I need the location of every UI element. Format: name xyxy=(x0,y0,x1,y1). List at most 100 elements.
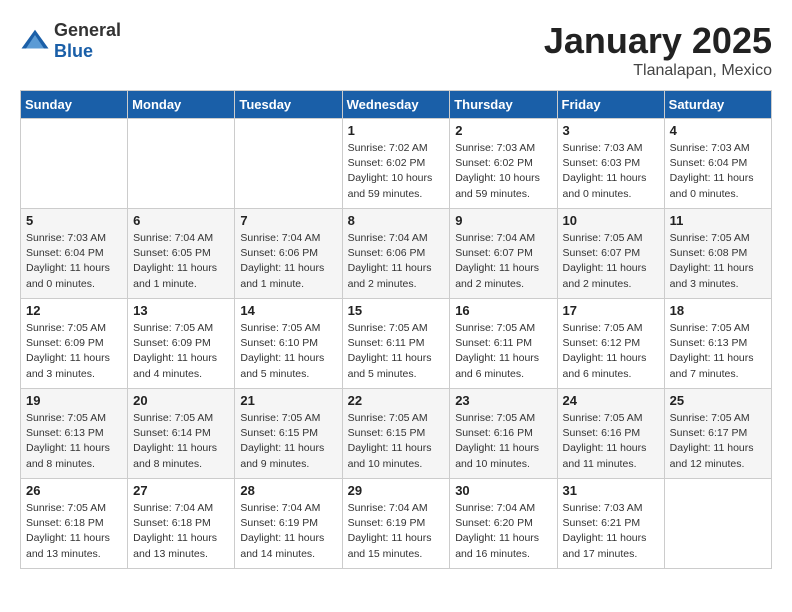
day-number: 18 xyxy=(670,303,766,318)
calendar-cell: 22 Sunrise: 7:05 AMSunset: 6:15 PMDayligh… xyxy=(342,389,450,479)
day-number: 2 xyxy=(455,123,551,138)
day-info: Sunrise: 7:05 AMSunset: 6:14 PMDaylight:… xyxy=(133,411,229,472)
week-row-3: 12 Sunrise: 7:05 AMSunset: 6:09 PMDayligh… xyxy=(21,299,772,389)
calendar-cell: 9 Sunrise: 7:04 AMSunset: 6:07 PMDaylight… xyxy=(450,209,557,299)
day-number: 27 xyxy=(133,483,229,498)
day-number: 1 xyxy=(348,123,445,138)
day-number: 5 xyxy=(26,213,122,228)
day-info: Sunrise: 7:05 AMSunset: 6:13 PMDaylight:… xyxy=(670,321,766,382)
weekday-monday: Monday xyxy=(128,91,235,119)
logo-blue: Blue xyxy=(54,41,93,61)
calendar-cell: 12 Sunrise: 7:05 AMSunset: 6:09 PMDayligh… xyxy=(21,299,128,389)
day-number: 11 xyxy=(670,213,766,228)
day-info: Sunrise: 7:05 AMSunset: 6:16 PMDaylight:… xyxy=(455,411,551,472)
weekday-sunday: Sunday xyxy=(21,91,128,119)
day-number: 31 xyxy=(563,483,659,498)
weekday-saturday: Saturday xyxy=(664,91,771,119)
day-info: Sunrise: 7:05 AMSunset: 6:09 PMDaylight:… xyxy=(26,321,122,382)
day-number: 29 xyxy=(348,483,445,498)
day-number: 6 xyxy=(133,213,229,228)
day-info: Sunrise: 7:03 AMSunset: 6:04 PMDaylight:… xyxy=(670,141,766,202)
day-number: 10 xyxy=(563,213,659,228)
day-info: Sunrise: 7:05 AMSunset: 6:13 PMDaylight:… xyxy=(26,411,122,472)
day-info: Sunrise: 7:04 AMSunset: 6:18 PMDaylight:… xyxy=(133,501,229,562)
calendar-cell: 6 Sunrise: 7:04 AMSunset: 6:05 PMDaylight… xyxy=(128,209,235,299)
day-info: Sunrise: 7:03 AMSunset: 6:04 PMDaylight:… xyxy=(26,231,122,292)
calendar-cell: 11 Sunrise: 7:05 AMSunset: 6:08 PMDayligh… xyxy=(664,209,771,299)
day-number: 12 xyxy=(26,303,122,318)
day-info: Sunrise: 7:04 AMSunset: 6:07 PMDaylight:… xyxy=(455,231,551,292)
day-number: 16 xyxy=(455,303,551,318)
day-info: Sunrise: 7:04 AMSunset: 6:19 PMDaylight:… xyxy=(240,501,336,562)
calendar-cell xyxy=(128,119,235,209)
day-number: 23 xyxy=(455,393,551,408)
week-row-4: 19Sunrise: 7:05 AMSunset: 6:13 PMDayligh… xyxy=(21,389,772,479)
calendar-cell: 16 Sunrise: 7:05 AMSunset: 6:11 PMDayligh… xyxy=(450,299,557,389)
weekday-friday: Friday xyxy=(557,91,664,119)
calendar-cell: 24 Sunrise: 7:05 AMSunset: 6:16 PMDayligh… xyxy=(557,389,664,479)
calendar-cell: 20 Sunrise: 7:05 AMSunset: 6:14 PMDayligh… xyxy=(128,389,235,479)
weekday-row: SundayMondayTuesdayWednesdayThursdayFrid… xyxy=(21,91,772,119)
logo-icon xyxy=(20,26,50,56)
day-number: 25 xyxy=(670,393,766,408)
title-block: January 2025 Tlanalapan, Mexico xyxy=(544,20,772,80)
calendar-cell: 2Sunrise: 7:03 AMSunset: 6:02 PMDaylight… xyxy=(450,119,557,209)
logo: General Blue xyxy=(20,20,121,62)
calendar-cell: 17 Sunrise: 7:05 AMSunset: 6:12 PMDayligh… xyxy=(557,299,664,389)
day-info: Sunrise: 7:04 AMSunset: 6:06 PMDaylight:… xyxy=(240,231,336,292)
calendar-cell: 21 Sunrise: 7:05 AMSunset: 6:15 PMDayligh… xyxy=(235,389,342,479)
calendar-cell: 15Sunrise: 7:05 AMSunset: 6:11 PMDayligh… xyxy=(342,299,450,389)
day-number: 14 xyxy=(240,303,336,318)
calendar-cell: 13 Sunrise: 7:05 AMSunset: 6:09 PMDayligh… xyxy=(128,299,235,389)
day-info: Sunrise: 7:05 AMSunset: 6:15 PMDaylight:… xyxy=(348,411,445,472)
calendar-cell: 8Sunrise: 7:04 AMSunset: 6:06 PMDaylight… xyxy=(342,209,450,299)
calendar-cell: 5 Sunrise: 7:03 AMSunset: 6:04 PMDaylight… xyxy=(21,209,128,299)
calendar-cell: 23 Sunrise: 7:05 AMSunset: 6:16 PMDayligh… xyxy=(450,389,557,479)
day-number: 24 xyxy=(563,393,659,408)
calendar-cell: 19Sunrise: 7:05 AMSunset: 6:13 PMDayligh… xyxy=(21,389,128,479)
calendar-cell: 26 Sunrise: 7:05 AMSunset: 6:18 PMDayligh… xyxy=(21,479,128,569)
page-header: General Blue January 2025 Tlanalapan, Me… xyxy=(20,20,772,80)
day-info: Sunrise: 7:05 AMSunset: 6:16 PMDaylight:… xyxy=(563,411,659,472)
calendar-subtitle: Tlanalapan, Mexico xyxy=(544,62,772,80)
calendar-cell xyxy=(664,479,771,569)
weekday-wednesday: Wednesday xyxy=(342,91,450,119)
day-number: 21 xyxy=(240,393,336,408)
calendar-table: SundayMondayTuesdayWednesdayThursdayFrid… xyxy=(20,90,772,569)
day-info: Sunrise: 7:05 AMSunset: 6:08 PMDaylight:… xyxy=(670,231,766,292)
day-info: Sunrise: 7:05 AMSunset: 6:18 PMDaylight:… xyxy=(26,501,122,562)
day-info: Sunrise: 7:03 AMSunset: 6:21 PMDaylight:… xyxy=(563,501,659,562)
calendar-body: 1 Sunrise: 7:02 AMSunset: 6:02 PMDaylight… xyxy=(21,119,772,569)
day-info: Sunrise: 7:05 AMSunset: 6:09 PMDaylight:… xyxy=(133,321,229,382)
calendar-cell: 28Sunrise: 7:04 AMSunset: 6:19 PMDayligh… xyxy=(235,479,342,569)
day-number: 22 xyxy=(348,393,445,408)
day-info: Sunrise: 7:04 AMSunset: 6:05 PMDaylight:… xyxy=(133,231,229,292)
calendar-cell xyxy=(21,119,128,209)
week-row-2: 5 Sunrise: 7:03 AMSunset: 6:04 PMDaylight… xyxy=(21,209,772,299)
day-number: 30 xyxy=(455,483,551,498)
day-info: Sunrise: 7:03 AMSunset: 6:03 PMDaylight:… xyxy=(563,141,659,202)
day-number: 15 xyxy=(348,303,445,318)
day-number: 7 xyxy=(240,213,336,228)
logo-general: General xyxy=(54,20,121,40)
day-info: Sunrise: 7:05 AMSunset: 6:11 PMDaylight:… xyxy=(455,321,551,382)
day-number: 26 xyxy=(26,483,122,498)
calendar-cell: 30Sunrise: 7:04 AMSunset: 6:20 PMDayligh… xyxy=(450,479,557,569)
calendar-cell: 29 Sunrise: 7:04 AMSunset: 6:19 PMDayligh… xyxy=(342,479,450,569)
calendar-cell: 31 Sunrise: 7:03 AMSunset: 6:21 PMDayligh… xyxy=(557,479,664,569)
day-info: Sunrise: 7:05 AMSunset: 6:10 PMDaylight:… xyxy=(240,321,336,382)
day-info: Sunrise: 7:05 AMSunset: 6:12 PMDaylight:… xyxy=(563,321,659,382)
calendar-header: SundayMondayTuesdayWednesdayThursdayFrid… xyxy=(21,91,772,119)
day-info: Sunrise: 7:04 AMSunset: 6:19 PMDaylight:… xyxy=(348,501,445,562)
day-number: 9 xyxy=(455,213,551,228)
day-number: 17 xyxy=(563,303,659,318)
week-row-5: 26 Sunrise: 7:05 AMSunset: 6:18 PMDayligh… xyxy=(21,479,772,569)
calendar-cell: 18 Sunrise: 7:05 AMSunset: 6:13 PMDayligh… xyxy=(664,299,771,389)
calendar-cell: 3Sunrise: 7:03 AMSunset: 6:03 PMDaylight… xyxy=(557,119,664,209)
day-info: Sunrise: 7:02 AMSunset: 6:02 PMDaylight:… xyxy=(348,141,445,202)
calendar-title: January 2025 xyxy=(544,20,772,62)
day-info: Sunrise: 7:05 AMSunset: 6:15 PMDaylight:… xyxy=(240,411,336,472)
day-number: 13 xyxy=(133,303,229,318)
day-info: Sunrise: 7:04 AMSunset: 6:06 PMDaylight:… xyxy=(348,231,445,292)
day-number: 20 xyxy=(133,393,229,408)
